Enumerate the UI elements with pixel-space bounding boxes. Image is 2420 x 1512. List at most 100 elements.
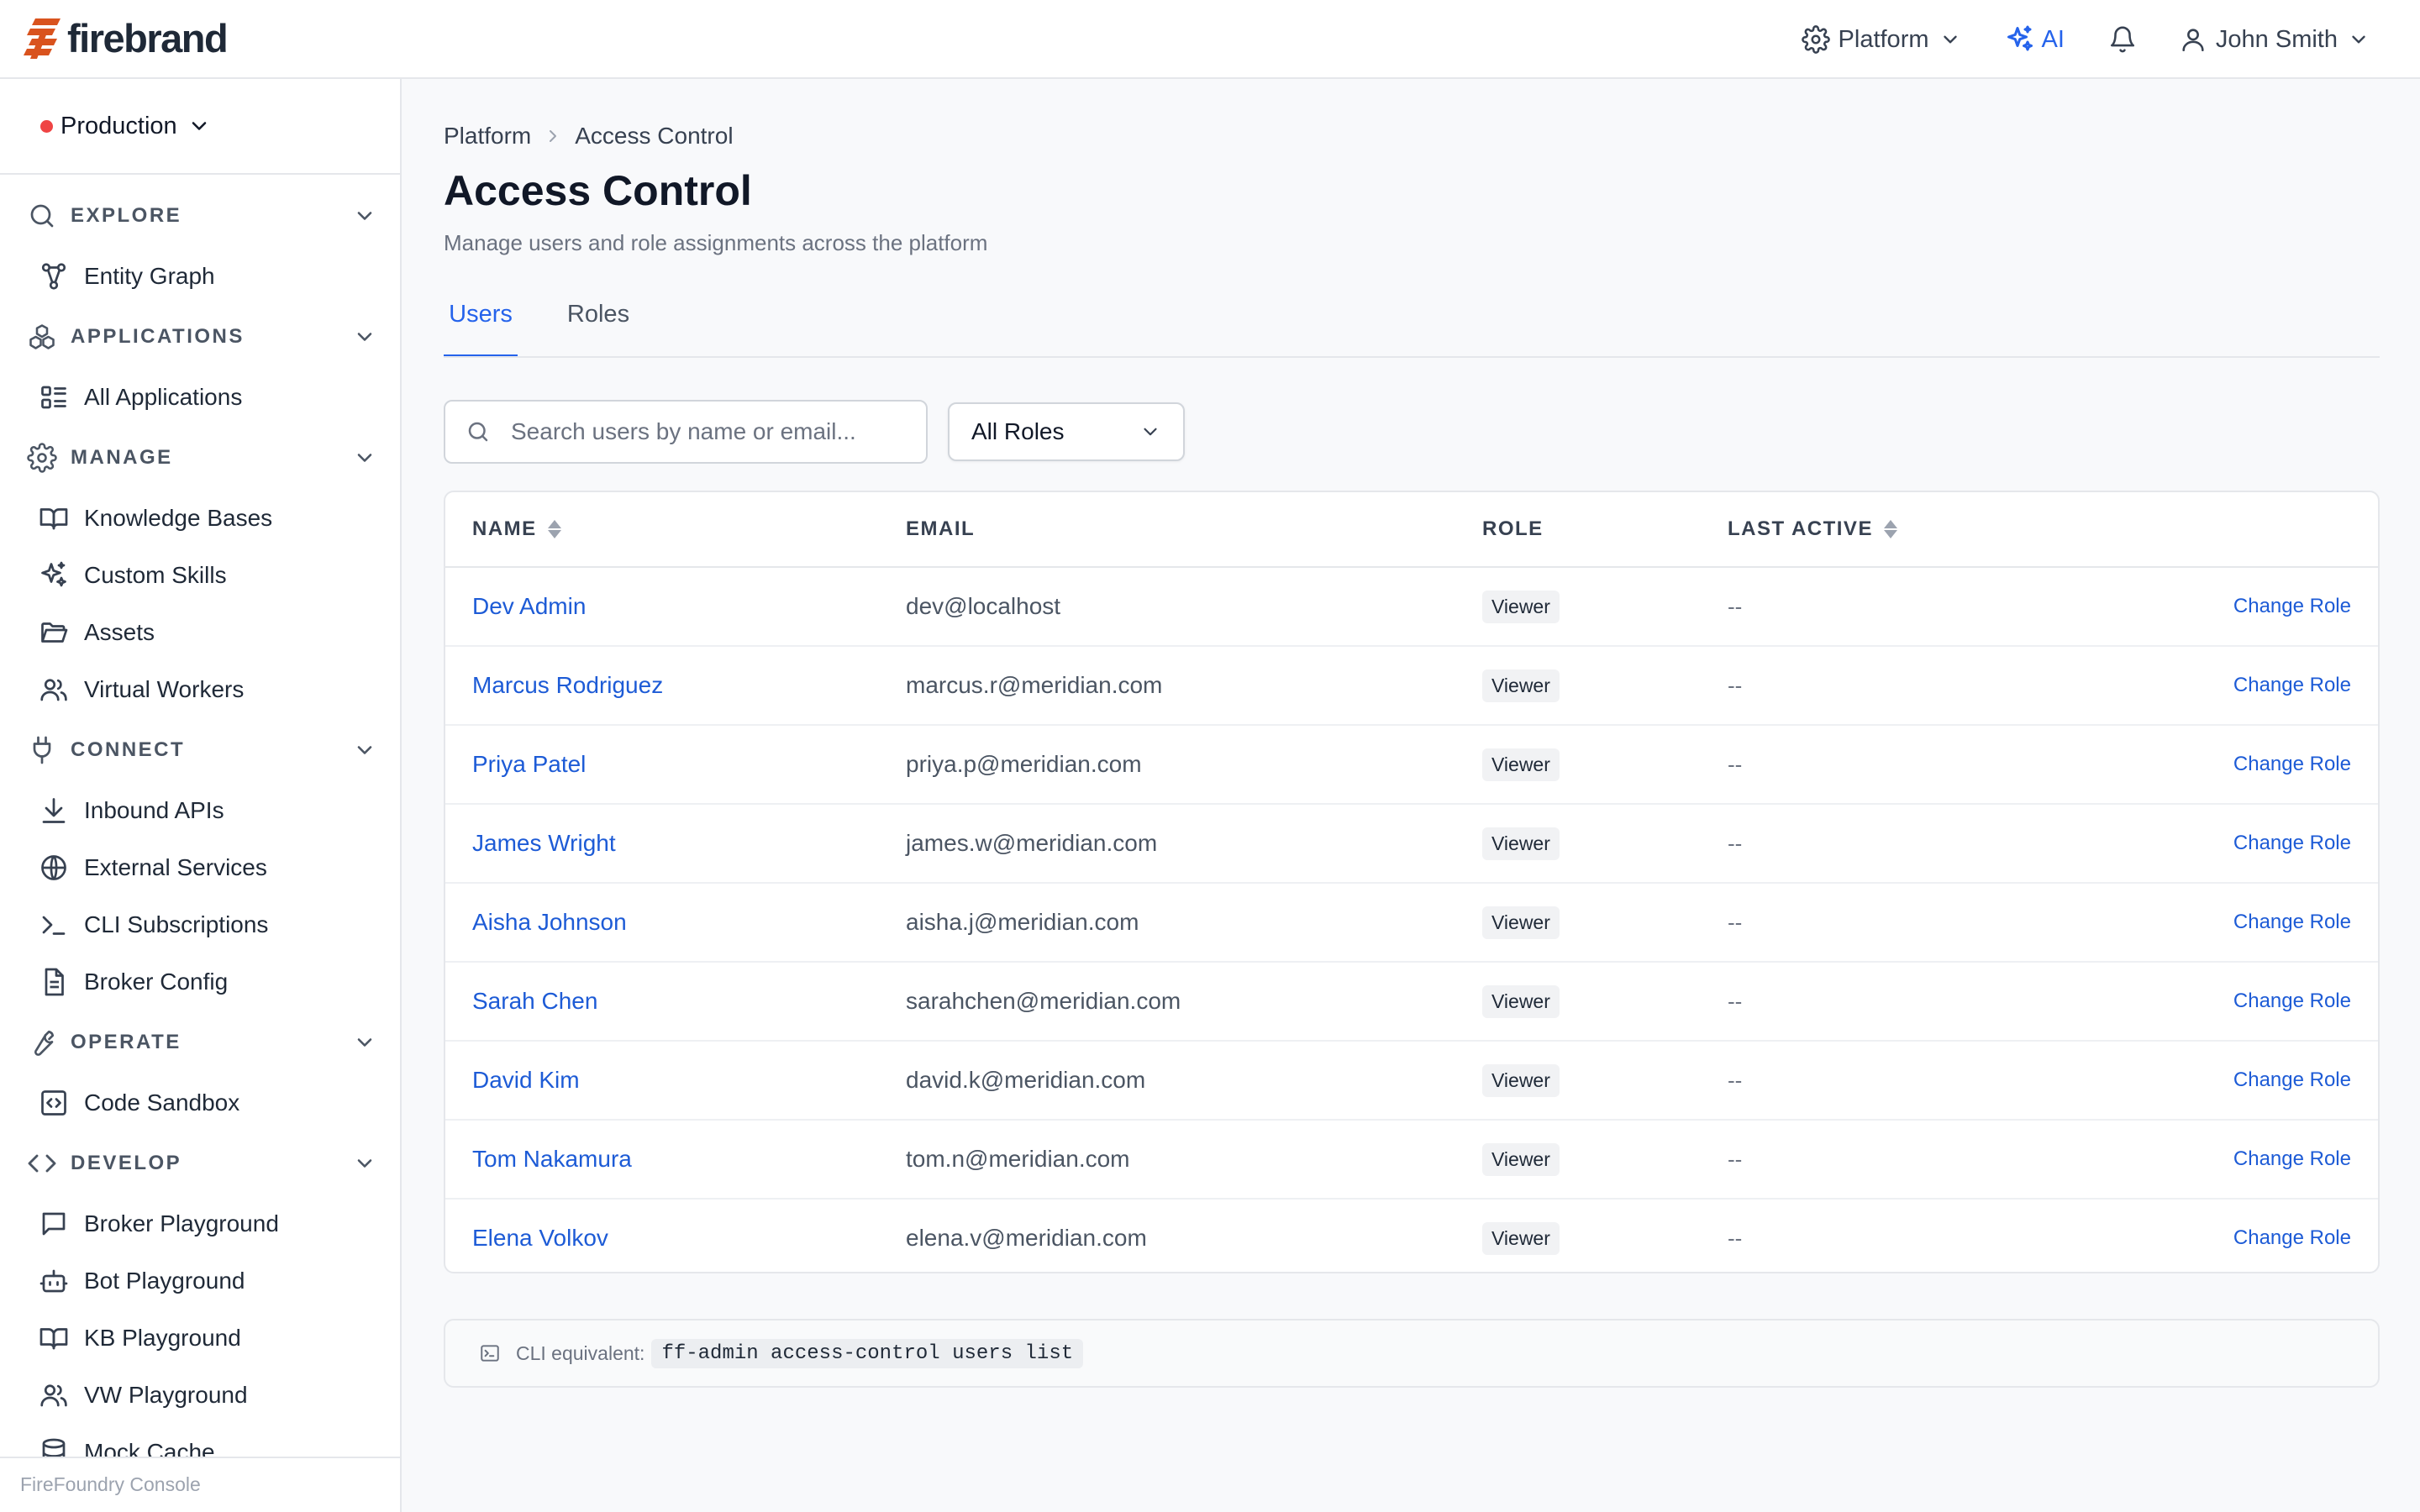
user-name-link[interactable]: David Kim [472,1042,580,1119]
last-active: -- [1728,909,1743,935]
platform-menu-label: Platform [1838,25,1929,53]
environment-label: Production [60,112,177,139]
notifications-button[interactable] [2108,25,2137,54]
role-filter-value: All Roles [971,418,1065,444]
sidebar-item-label: Knowledge Bases [84,505,273,531]
breadcrumb-current: Access Control [575,123,734,149]
role-cell: Viewer [1482,1200,1560,1272]
change-role-button[interactable]: Change Role [2233,884,2351,961]
user-name-link[interactable]: Elena Volkov [472,1200,608,1272]
change-role-button[interactable]: Change Role [2233,726,2351,803]
chevron-down-icon [357,212,372,220]
user-name-link[interactable]: Priya Patel [472,726,586,803]
sidebar-item-external-services[interactable]: External Services [39,845,376,890]
environment-selector[interactable]: Production [0,79,400,175]
user-name-link[interactable]: Tom Nakamura [472,1121,632,1198]
sidebar-item-kb-playground[interactable]: KB Playground [39,1315,376,1361]
sidebar-item-custom-skills[interactable]: Custom Skills [39,553,376,598]
sidebar-item-knowledge-bases[interactable]: Knowledge Bases [39,496,376,541]
chat-icon [42,1212,66,1236]
brand-logo[interactable]: firebrand [24,17,229,60]
ai-button-label: AI [2041,25,2065,53]
role-cell: Viewer [1482,726,1560,803]
change-role-button[interactable]: Change Role [2233,805,2351,882]
section-develop[interactable]: DEVELOP [27,1142,376,1184]
sidebar-item-inbound-apis[interactable]: Inbound APIs [39,788,376,833]
sidebar-item-broker-config[interactable]: Broker Config [39,959,376,1005]
sidebar-item-all-applications[interactable]: All Applications [39,375,376,420]
chevron-down-icon [1943,35,1957,44]
sidebar-item-entity-graph[interactable]: Entity Graph [39,254,376,299]
sidebar-item-cli-subscriptions[interactable]: CLI Subscriptions [39,902,376,948]
chevron-down-icon [357,1038,372,1047]
column-header-label: LAST ACTIVE [1728,517,1873,540]
cli-command[interactable]: ff-admin access-control users list [651,1338,1084,1368]
sidebar-item-assets[interactable]: Assets [39,610,376,655]
last-active: -- [1728,988,1743,1014]
platform-menu[interactable]: Platform [1801,25,1961,54]
table-row: James Wright james.w@meridian.com Viewer… [445,805,2378,884]
change-role-button[interactable]: Change Role [2233,1042,2351,1119]
section-operate[interactable]: OPERATE [27,1021,376,1063]
section-label: CONNECT [71,738,186,761]
user-menu[interactable]: John Smith [2179,25,2370,54]
chevron-down-icon [357,454,372,462]
chevron-down-icon [2352,35,2365,44]
last-active: -- [1728,751,1743,777]
top-bar: firebrand Platform AI John Smith [0,0,2420,79]
graph-icon [41,263,66,290]
sidebar-item-bot-playground[interactable]: Bot Playground [39,1258,376,1304]
sidebar-item-label: Inbound APIs [84,797,224,823]
search-input[interactable] [509,417,926,446]
sidebar-item-code-sandbox[interactable]: Code Sandbox [39,1080,376,1126]
book-icon [39,1328,68,1350]
sidebar-item-label: VW Playground [84,1382,248,1408]
column-header-name[interactable]: NAME [472,492,564,566]
bot-icon [39,1269,68,1293]
role-badge: Viewer [1482,590,1560,623]
last-active: -- [1728,593,1743,619]
tab-users[interactable]: Users [444,301,518,358]
user-email: david.k@meridian.com [906,1067,1146,1093]
sort-icon [1883,520,1897,538]
user-name-link[interactable]: Aisha Johnson [472,884,627,961]
user-name-link[interactable]: Dev Admin [472,568,586,645]
section-connect[interactable]: CONNECT [27,729,376,771]
role-filter-select[interactable]: All Roles [948,402,1185,461]
user-name-link[interactable]: Sarah Chen [472,963,597,1040]
chevron-down-icon [357,333,372,341]
top-nav: Platform AI John Smith [1801,0,2370,79]
chevron-right-icon [550,130,557,142]
change-role-button[interactable]: Change Role [2233,963,2351,1040]
last-active: -- [1728,672,1743,698]
section-applications[interactable]: APPLICATIONS [27,316,376,358]
user-name-link[interactable]: Marcus Rodriguez [472,647,663,724]
role-cell: Viewer [1482,1121,1560,1198]
change-role-button[interactable]: Change Role [2233,647,2351,724]
column-header-last-active[interactable]: LAST ACTIVE [1728,492,1900,566]
column-header-role: ROLE [1482,492,1544,566]
sidebar-item-virtual-workers[interactable]: Virtual Workers [39,667,376,712]
sidebar-item-label: Entity Graph [84,263,215,289]
user-email: marcus.r@meridian.com [906,672,1163,698]
sidebar-item-label: Code Sandbox [84,1089,240,1116]
section-explore[interactable]: EXPLORE [27,195,376,237]
table-row: Aisha Johnson aisha.j@meridian.com Viewe… [445,884,2378,963]
role-cell: Viewer [1482,963,1560,1040]
user-name-link[interactable]: James Wright [472,805,616,882]
section-manage[interactable]: MANAGE [27,437,376,479]
role-cell: Viewer [1482,647,1560,724]
tab-roles[interactable]: Roles [556,301,640,358]
role-badge: Viewer [1482,1221,1560,1255]
ai-button[interactable]: AI [2005,24,2065,55]
table-row: David Kim david.k@meridian.com Viewer --… [445,1042,2378,1121]
change-role-button[interactable]: Change Role [2233,1200,2351,1272]
change-role-button[interactable]: Change Role [2233,1121,2351,1198]
breadcrumb-platform-link[interactable]: Platform [444,123,531,150]
sidebar-item-vw-playground[interactable]: VW Playground [39,1373,376,1418]
sidebar-item-broker-playground[interactable]: Broker Playground [39,1201,376,1247]
role-badge: Viewer [1482,669,1560,702]
change-role-button[interactable]: Change Role [2233,568,2351,645]
users-table: NAME EMAIL ROLE LAST ACTIVE Dev Admin de… [444,491,2380,1273]
users-icon [40,679,67,701]
